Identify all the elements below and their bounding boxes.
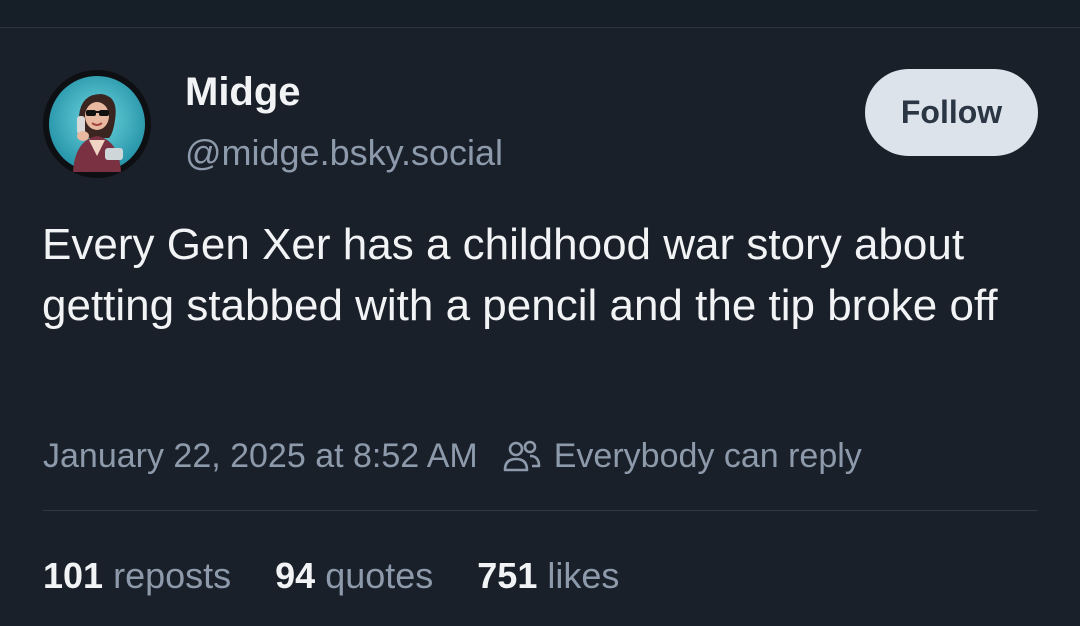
post-timestamp[interactable]: January 22, 2025 at 8:52 AM: [43, 437, 478, 476]
reply-setting: Everybody can reply: [502, 437, 862, 476]
stat-quotes[interactable]: 94 quotes: [275, 555, 433, 597]
stat-count: 94: [275, 555, 316, 596]
top-bar: [0, 0, 1080, 28]
stat-label: likes: [547, 555, 620, 596]
post-text: Every Gen Xer has a childhood war story …: [42, 220, 998, 330]
post-meta: January 22, 2025 at 8:52 AM Everybody ca…: [43, 434, 862, 478]
stat-label: reposts: [113, 555, 232, 596]
divider: [43, 510, 1038, 511]
author-handle[interactable]: @midge.bsky.social: [185, 132, 503, 174]
stat-reposts[interactable]: 101 reposts: [43, 555, 231, 597]
follow-button[interactable]: Follow: [865, 69, 1038, 156]
stat-likes[interactable]: 751 likes: [477, 555, 619, 597]
post-stats: 101 reposts 94 quotes 751 likes: [43, 554, 663, 598]
post-card: Midge @midge.bsky.social Follow Every Ge…: [0, 28, 1080, 626]
reply-setting-label: Everybody can reply: [553, 436, 862, 475]
stat-count: 751: [477, 555, 538, 596]
author-display-name[interactable]: Midge: [185, 70, 301, 115]
stat-count: 101: [43, 555, 104, 596]
people-icon: [503, 440, 541, 472]
avatar[interactable]: [43, 70, 151, 178]
stat-label: quotes: [325, 555, 434, 596]
avatar-image: [49, 76, 145, 172]
